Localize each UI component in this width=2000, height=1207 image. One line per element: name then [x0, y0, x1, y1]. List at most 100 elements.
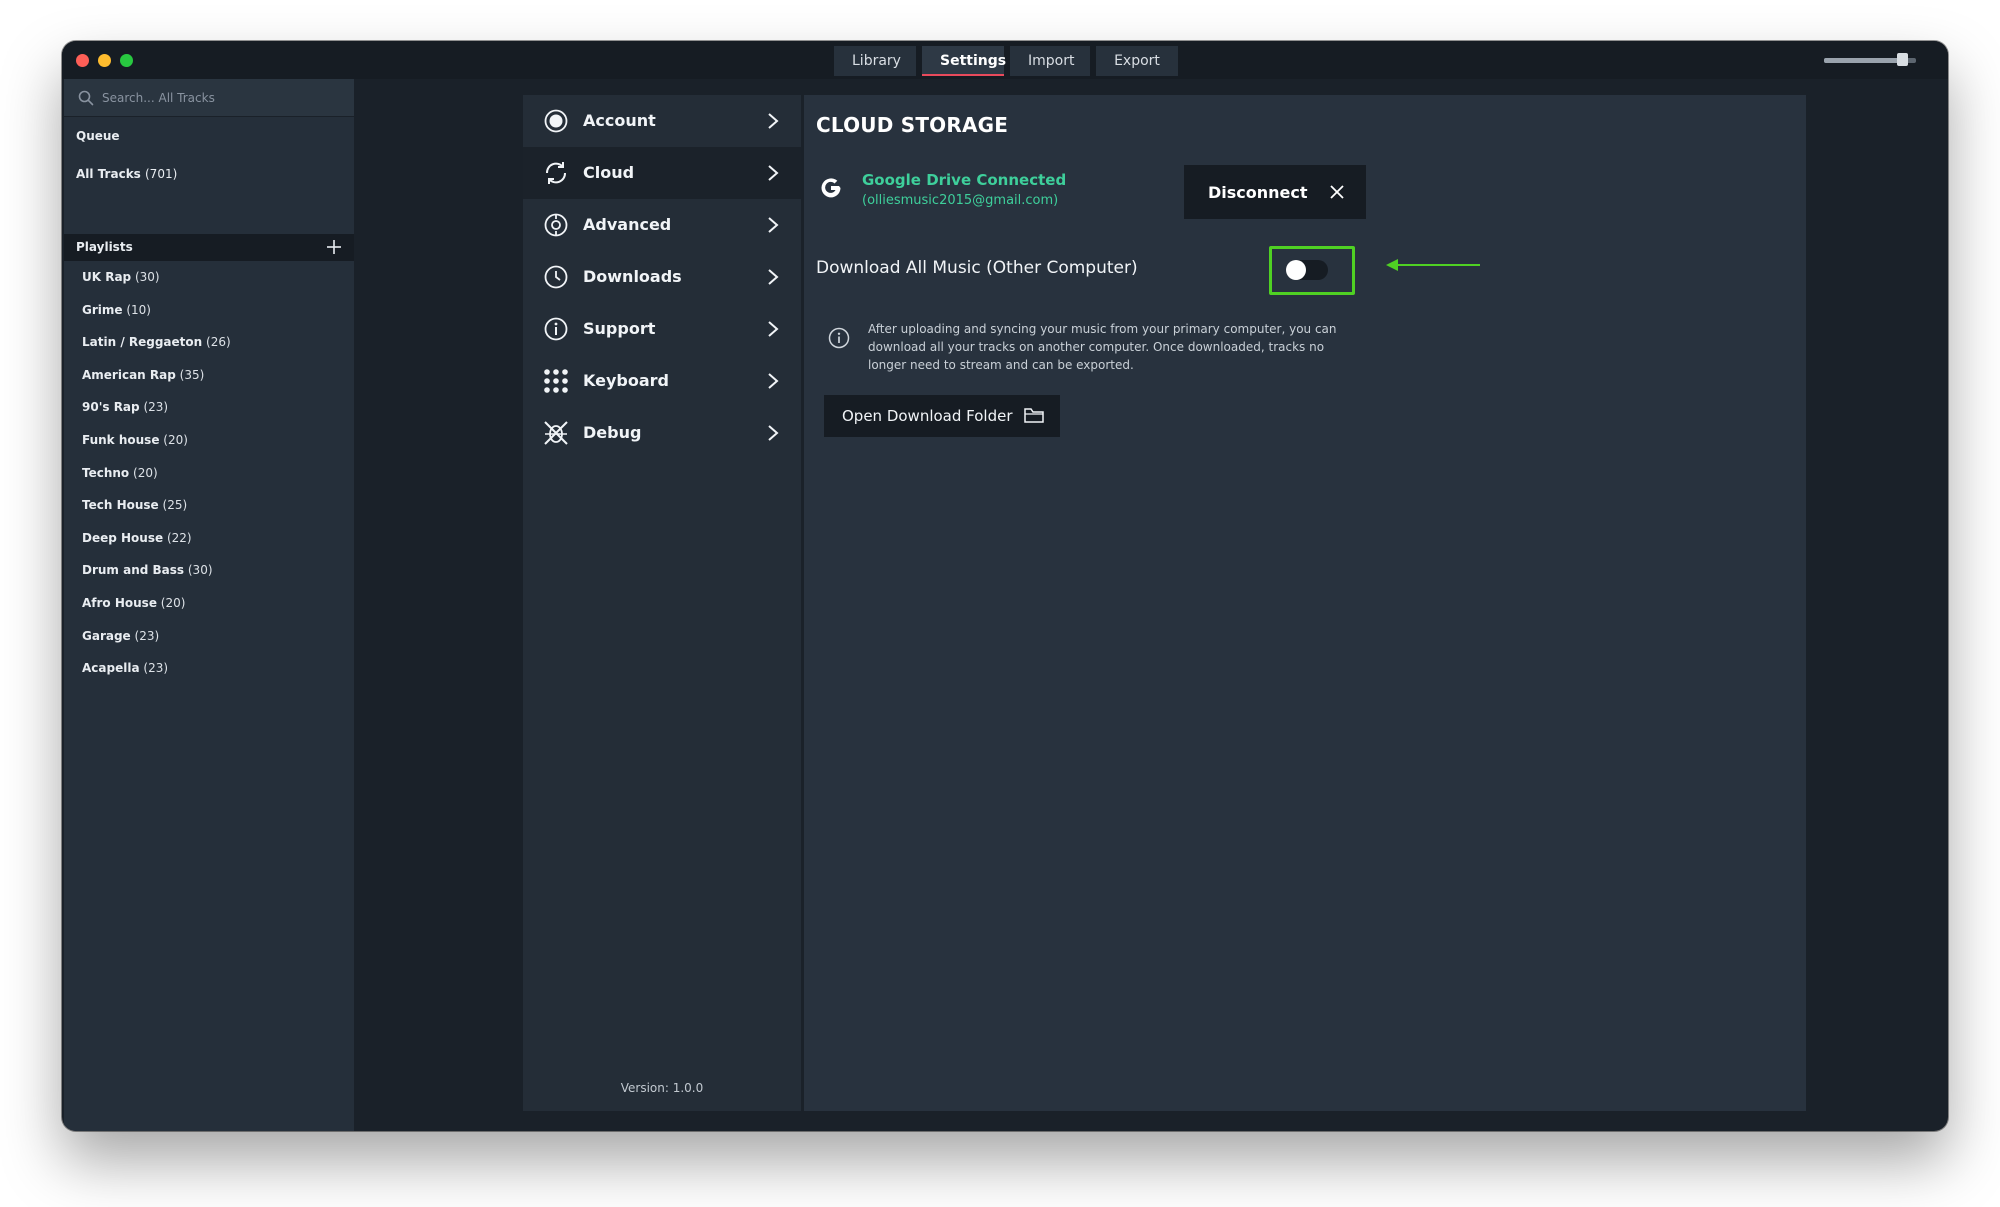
volume-slider[interactable]	[1824, 53, 1916, 66]
debug-icon	[544, 421, 568, 445]
sidebar-item-all-tracks[interactable]: All Tracks (701)	[64, 155, 354, 193]
playlist-count: (20)	[160, 595, 186, 610]
main-tabs: Library Settings Import Export	[834, 46, 1178, 76]
close-window-button[interactable]	[76, 54, 89, 67]
google-drive-email: (olliesmusic2015@gmail.com)	[862, 193, 1059, 208]
chevron-right-icon	[768, 113, 779, 129]
toggle-knob	[1286, 260, 1306, 280]
title-bar: Library Settings Import Export	[62, 41, 1948, 79]
cloud-sync-icon	[545, 162, 567, 184]
downloads-icon	[544, 265, 568, 289]
playlist-count: (23)	[143, 400, 169, 415]
settings-item-keyboard[interactable]: Keyboard	[523, 355, 801, 407]
keyboard-grid-icon	[544, 369, 568, 393]
settings-item-label: Debug	[583, 423, 642, 442]
download-all-label: Download All Music (Other Computer)	[816, 258, 1138, 278]
minimize-window-button[interactable]	[98, 54, 111, 67]
playlist-item[interactable]: American Rap (35)	[64, 359, 354, 392]
app-version: Version: 1.0.0	[620, 1081, 704, 1095]
playlist-item[interactable]: Latin / Reggaeton (26)	[64, 326, 354, 359]
playlist-item[interactable]: Tech House (25)	[64, 489, 354, 522]
info-icon	[828, 327, 850, 349]
app-window: Library Settings Import Export Queue All…	[62, 41, 1948, 1131]
playlist-name: Grime	[82, 302, 123, 317]
chevron-right-icon	[768, 425, 779, 441]
playlist-item[interactable]: Techno (20)	[64, 457, 354, 490]
sidebar-item-label: All Tracks	[76, 167, 141, 181]
tab-library[interactable]: Library	[834, 46, 916, 76]
playlist-count: (23)	[134, 628, 160, 643]
playlist-item[interactable]: Garage (23)	[64, 620, 354, 653]
playlist-name: Acapella	[82, 661, 140, 676]
sidebar-item-queue[interactable]: Queue	[64, 117, 354, 155]
open-folder-label: Open Download Folder	[842, 407, 1013, 425]
playlist-item[interactable]: UK Rap (30)	[64, 261, 354, 294]
playlist-count: (10)	[126, 302, 151, 317]
playlist-name: 90's Rap	[82, 400, 140, 415]
arrow-left-icon	[1386, 259, 1480, 271]
settings-item-label: Cloud	[583, 163, 635, 182]
download-all-toggle[interactable]	[1286, 260, 1328, 280]
disconnect-button[interactable]: Disconnect	[1184, 165, 1366, 219]
playlist-name: Funk house	[82, 432, 160, 447]
sidebar-item-label: Queue	[76, 129, 120, 143]
search-input[interactable]	[102, 79, 342, 117]
playlist-name: Deep House	[82, 530, 164, 545]
playlist-name: Tech House	[82, 498, 159, 513]
playlist-count: (30)	[134, 270, 160, 284]
settings-item-support[interactable]: Support	[523, 303, 801, 355]
settings-item-label: Advanced	[583, 215, 672, 234]
open-download-folder-button[interactable]: Open Download Folder	[824, 395, 1060, 437]
chevron-right-icon	[768, 165, 779, 181]
cloud-storage-panel: CLOUD STORAGE Google Drive Connected (ol…	[804, 95, 1806, 1111]
track-count: (701)	[145, 167, 178, 181]
playlist-item[interactable]: Acapella (23)	[64, 652, 354, 685]
playlists-header-label: Playlists	[76, 240, 133, 254]
volume-thumb[interactable]	[1896, 53, 1908, 66]
settings-item-label: Account	[583, 111, 656, 130]
playlist-item[interactable]: 90's Rap (23)	[64, 391, 354, 424]
playlist-name: American Rap	[82, 367, 176, 382]
search-bar	[64, 79, 354, 117]
google-icon	[821, 178, 841, 198]
playlist-count: (30)	[187, 563, 213, 578]
tab-settings[interactable]: Settings	[922, 46, 1006, 76]
account-icon	[544, 109, 568, 133]
zoom-window-button[interactable]	[120, 54, 133, 67]
playlist-name: Garage	[82, 628, 131, 643]
add-playlist-icon[interactable]	[324, 237, 344, 257]
playlist-item[interactable]: Grime (10)	[64, 294, 354, 327]
chevron-right-icon	[768, 217, 779, 233]
playlist-item[interactable]: Deep House (22)	[64, 522, 354, 555]
playlist-count: (26)	[206, 335, 231, 350]
settings-item-cloud[interactable]: Cloud	[523, 147, 801, 199]
chevron-right-icon	[768, 321, 779, 337]
playlist-item[interactable]: Drum and Bass (30)	[64, 554, 354, 587]
playlist-list: UK Rap (30) Grime (10) Latin / Reggaeton (…	[64, 261, 354, 685]
settings-item-downloads[interactable]: Downloads	[523, 251, 801, 303]
tab-export[interactable]: Export	[1096, 46, 1178, 76]
settings-item-account[interactable]: Account	[523, 95, 801, 147]
tab-import[interactable]: Import	[1010, 46, 1090, 76]
playlist-name: Afro House	[82, 595, 157, 610]
settings-item-label: Keyboard	[583, 371, 669, 390]
settings-menu: Account Cloud Advanced Downloads Support…	[523, 95, 801, 1111]
search-icon	[78, 90, 94, 106]
playlist-count: (35)	[179, 367, 205, 382]
playlist-name: UK Rap	[82, 270, 132, 284]
settings-item-debug[interactable]: Debug	[523, 407, 801, 459]
playlist-count: (25)	[162, 498, 188, 513]
playlist-count: (22)	[166, 530, 192, 545]
sidebar: Queue All Tracks (701) Playlists UK Rap …	[64, 79, 354, 1131]
settings-item-advanced[interactable]: Advanced	[523, 199, 801, 251]
playlists-header: Playlists	[64, 234, 354, 261]
settings-item-label: Downloads	[583, 267, 682, 286]
folder-icon	[1024, 408, 1044, 423]
page-title: CLOUD STORAGE	[816, 113, 1009, 137]
playlist-item[interactable]: Afro House (20)	[64, 587, 354, 620]
playlist-item[interactable]: Funk house (20)	[64, 424, 354, 457]
playlist-name: Drum and Bass	[82, 563, 185, 578]
advanced-icon	[544, 213, 568, 237]
chevron-right-icon	[768, 269, 779, 285]
disconnect-label: Disconnect	[1208, 182, 1308, 202]
